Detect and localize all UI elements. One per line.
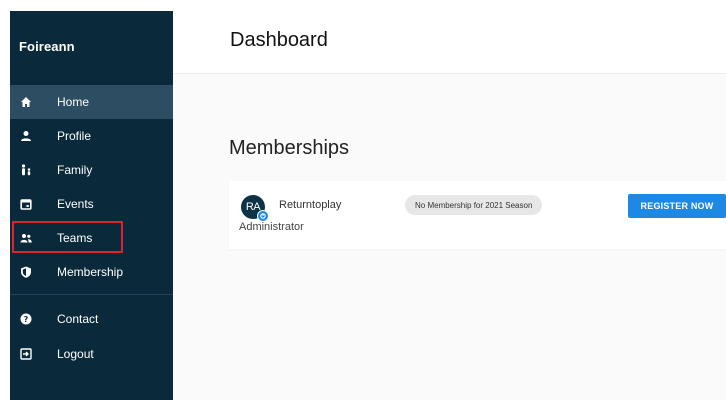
sidebar-item-family[interactable]: Family <box>10 153 173 187</box>
member-role: Administrator <box>239 221 304 233</box>
brand-logo[interactable]: Foireann <box>19 39 75 54</box>
sidebar-item-label: Logout <box>57 347 94 361</box>
sidebar-item-profile[interactable]: Profile <box>10 119 173 153</box>
svg-text:?: ? <box>24 315 29 324</box>
sidebar-item-logout[interactable]: Logout <box>10 337 173 371</box>
member-name: Returntoplay <box>279 199 342 211</box>
sidebar-item-label: Events <box>57 197 94 211</box>
teams-highlight-box <box>12 221 123 253</box>
memberships-heading: Memberships <box>229 137 350 159</box>
logout-icon <box>20 348 32 360</box>
page-header: Dashboard <box>173 11 726 74</box>
sidebar-item-label: Contact <box>57 312 99 326</box>
home-icon <box>20 96 32 108</box>
sidebar-item-home[interactable]: Home <box>10 85 173 119</box>
sidebar-item-events[interactable]: Events <box>10 187 173 221</box>
page-title: Dashboard <box>230 29 328 51</box>
sidebar-item-contact[interactable]: ? Contact <box>10 302 173 336</box>
shield-icon <box>20 266 32 278</box>
sidebar-item-label: Profile <box>57 129 92 143</box>
sidebar-item-label: Home <box>57 95 90 109</box>
status-badge: No Membership for 2021 Season <box>405 195 543 215</box>
register-now-button[interactable]: REGISTER NOW <box>628 194 726 218</box>
family-icon <box>20 164 32 176</box>
calendar-icon <box>20 198 32 210</box>
sidebar-item-membership[interactable]: Membership <box>10 255 173 289</box>
sidebar-item-label: Family <box>57 163 93 177</box>
membership-card: RA Returntoplay Administrator No Members… <box>229 181 726 249</box>
help-icon: ? <box>20 313 32 325</box>
sidebar-item-label: Membership <box>57 265 124 279</box>
person-icon <box>20 130 32 142</box>
sidebar: Foireann Home Profile Family Events Team… <box>10 11 173 400</box>
sidebar-divider <box>10 294 173 295</box>
main-content: Memberships RA Returntoplay Administrato… <box>173 74 726 400</box>
